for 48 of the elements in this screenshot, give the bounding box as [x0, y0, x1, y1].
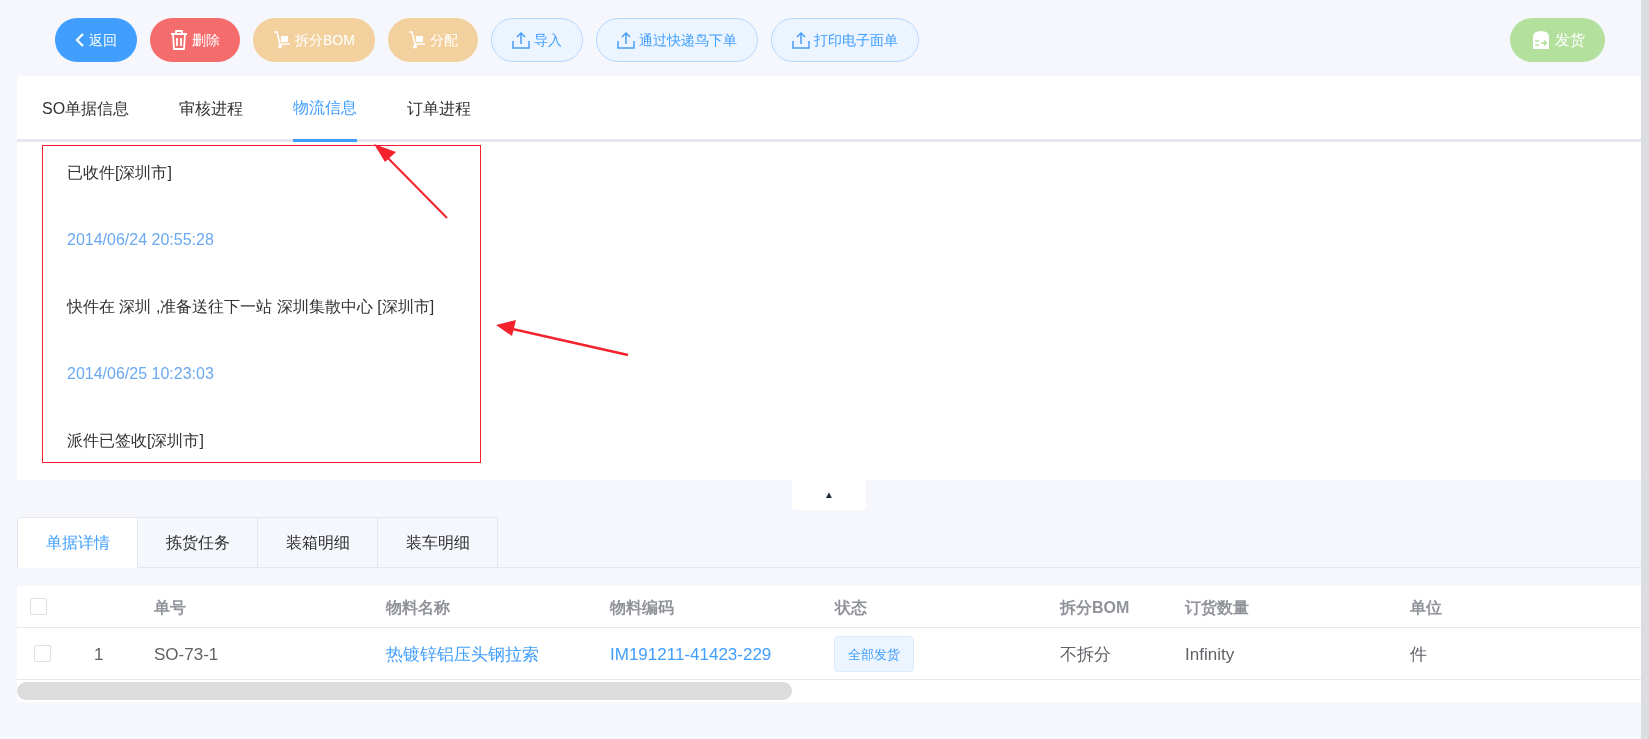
table-cell-text: 件 [1410, 644, 1427, 666]
checkbox[interactable] [30, 598, 47, 615]
table-cell-text: SO-73-1 [154, 644, 219, 666]
timestamp: 2014/06/24 20:55:28 [67, 230, 214, 250]
toolbar-button[interactable]: 分配 [387, 18, 478, 62]
trash-icon [170, 30, 188, 50]
scrollbar[interactable] [17, 682, 792, 700]
table-cell-text: 1 [94, 644, 104, 666]
tab[interactable]: 订单进程 [407, 76, 472, 142]
table-cell-text: Infinity [1185, 644, 1235, 666]
tab[interactable]: 装车明细 [377, 517, 498, 568]
upload-icon [511, 31, 530, 49]
toolbar-button[interactable]: 删除 [150, 18, 240, 62]
status-tag: 全部发货 [834, 636, 914, 672]
upload-icon [616, 31, 635, 49]
table-link[interactable]: 热镀锌铝压头钢拉索 [386, 642, 539, 668]
column-header: 物料编码 [610, 598, 674, 618]
column-header: 单号 [154, 598, 186, 618]
checkbox[interactable] [34, 645, 51, 662]
table-link[interactable]: IM191211-41423-229 [610, 642, 772, 668]
hand-truck-icon [273, 31, 291, 49]
timestamp: 2014/06/25 10:23:03 [67, 364, 214, 384]
column-header: 订货数量 [1185, 598, 1249, 619]
logistics-event: 快件在 深圳 ,准备送往下一站 深圳集散中心 [深圳市] [67, 297, 435, 317]
column-header: 物料名称 [386, 598, 450, 618]
tab[interactable]: SO单据信息 [42, 76, 130, 142]
toolbar-button[interactable]: 拆分BOM [253, 18, 375, 62]
column-header: 状态 [835, 598, 867, 618]
toolbar-button[interactable]: 通过快递鸟下单 [595, 18, 758, 62]
tab[interactable]: 审核进程 [179, 76, 244, 142]
toolbar-button[interactable]: 返回 [55, 18, 137, 62]
collapse-toggle[interactable]: ▲ [792, 478, 866, 510]
tab[interactable]: 拣货任务 [137, 517, 258, 568]
tab[interactable]: 物流信息 [293, 76, 358, 142]
back-icon [75, 32, 85, 48]
logistics-event: 已收件[深圳市] [67, 163, 172, 183]
tab[interactable]: 单据详情 [17, 517, 138, 568]
table-cell-text: 不拆分 [1060, 644, 1111, 666]
hand-truck-icon [407, 31, 426, 49]
upload-icon [791, 31, 810, 49]
toolbar-button[interactable]: 打印电子面单 [770, 18, 919, 62]
scrollbar[interactable] [1641, 0, 1649, 739]
box-icon [1530, 30, 1551, 50]
column-header: 拆分BOM [1060, 598, 1130, 618]
logistics-event: 派件已签收[深圳市] [67, 431, 204, 451]
toolbar-button[interactable]: 导入 [490, 18, 583, 62]
column-header: 单位 [1410, 598, 1442, 618]
ship-button[interactable]: 发货 [1510, 18, 1605, 62]
